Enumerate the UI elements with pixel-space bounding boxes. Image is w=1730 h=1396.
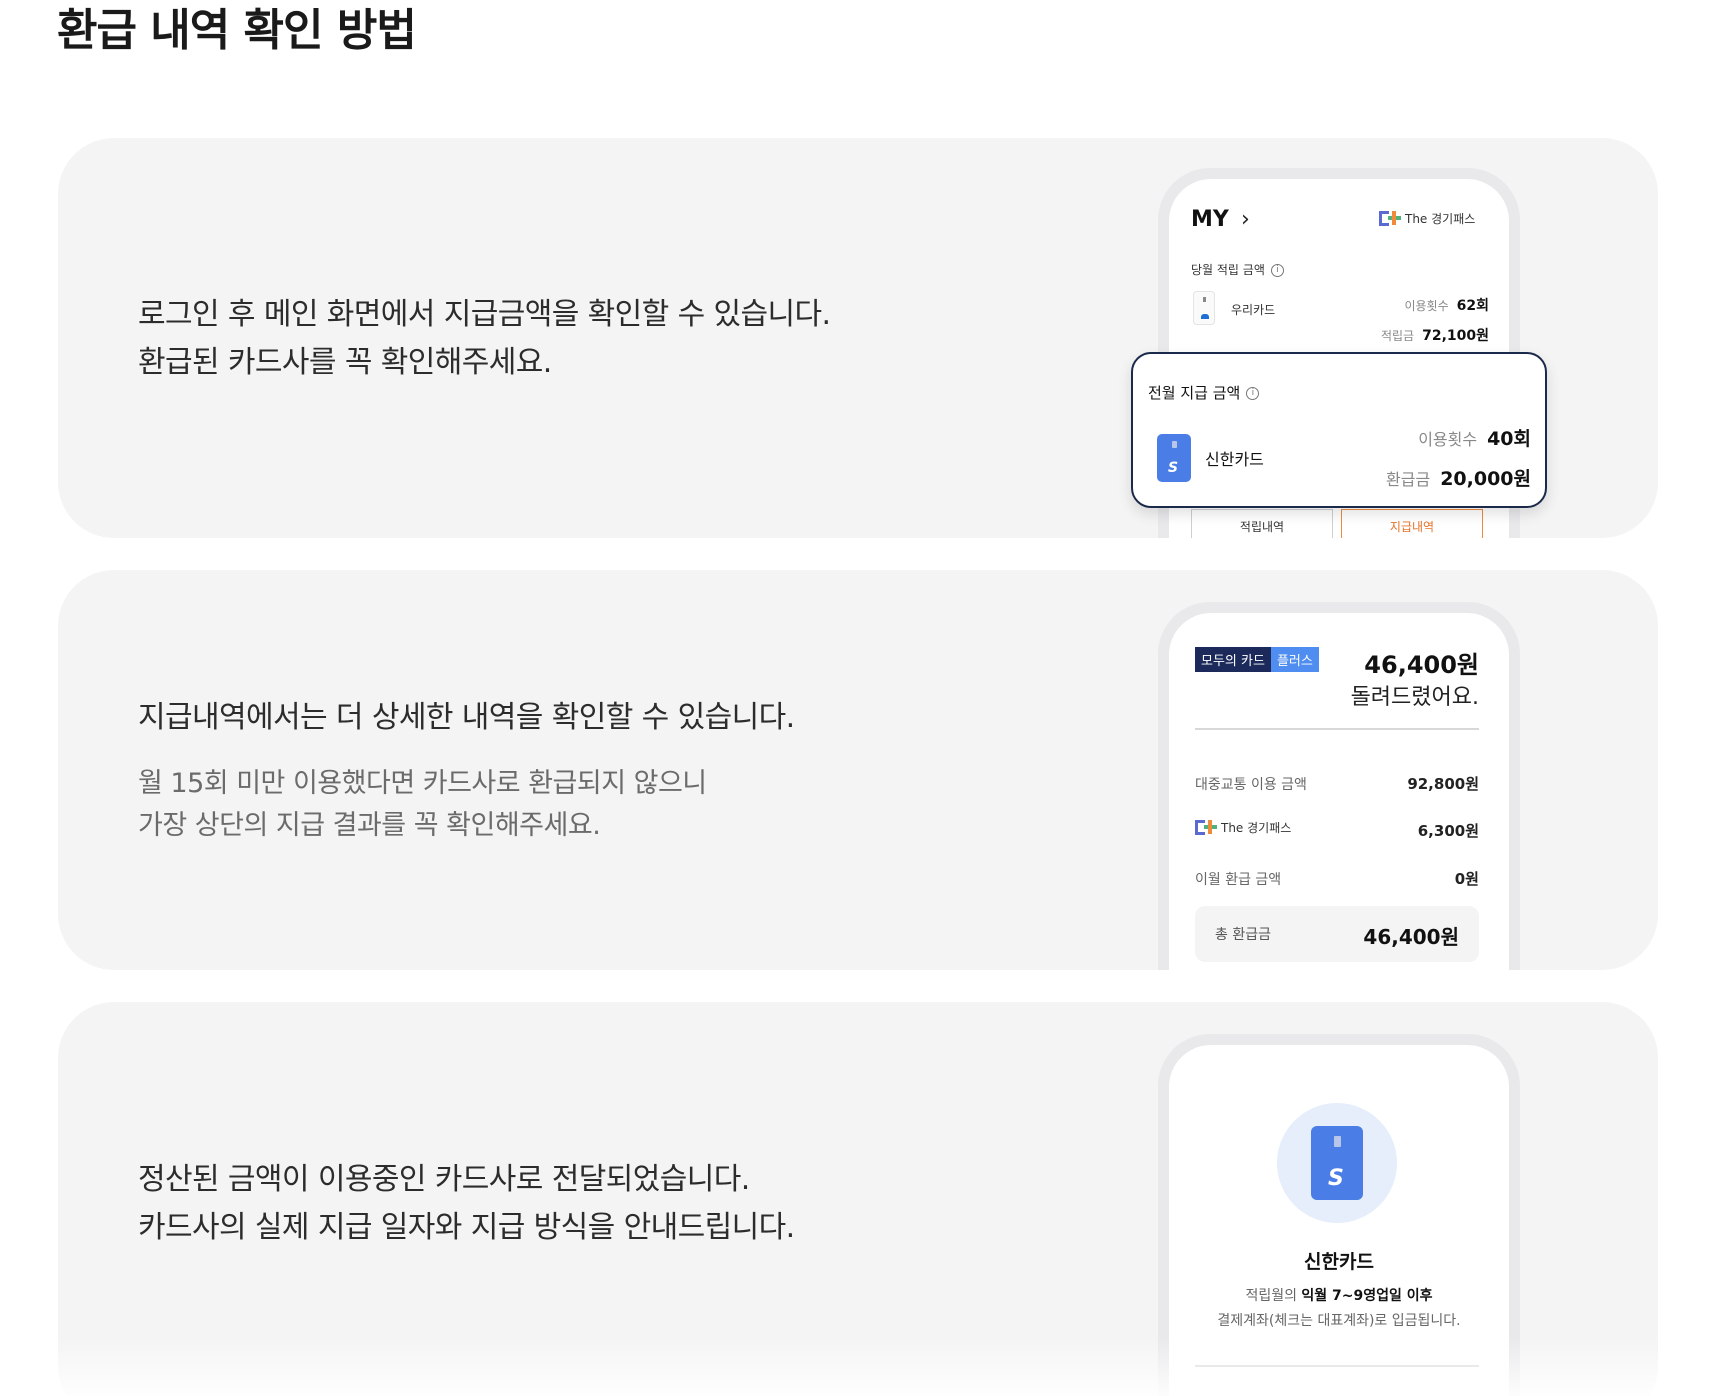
popup-usage-row: 이용횟수 40회	[1418, 424, 1531, 451]
bottom-fade	[0, 1336, 1730, 1396]
info-icon[interactable]: i	[1270, 264, 1284, 277]
shinhan-card-icon: S	[1157, 434, 1191, 482]
popup-usage-value: 40회	[1487, 428, 1531, 450]
section3-description: 정산된 금액이 이용중인 카드사로 전달되었습니다. 카드사의 실제 지급 일자…	[138, 1156, 795, 1252]
shinhan-card-icon: S	[1311, 1126, 1363, 1200]
woori-card-icon	[1193, 291, 1215, 325]
divider	[1195, 728, 1479, 730]
accrual-label: 적립금	[1380, 329, 1415, 343]
payout-line-2: 결제계좌(체크는 대표계좌)로 입금됩니다.	[1217, 1313, 1461, 1329]
row-label-carryover: 이월 환급 금액	[1195, 872, 1282, 888]
usage-label: 이용횟수	[1404, 299, 1449, 313]
card-name-shinhan: 신한카드	[1205, 450, 1264, 469]
usage-count-row: 이용횟수 62회	[1404, 295, 1489, 315]
row-label-gyeonggi-pass: The 경기패스	[1195, 818, 1291, 836]
chevron-right-icon[interactable]: ›	[1241, 207, 1250, 232]
popup-usage-label: 이용횟수	[1418, 430, 1478, 449]
current-month-label: 당월 적립 금액 i	[1191, 261, 1284, 278]
row-value-carryover: 0원	[1454, 870, 1479, 888]
payout-card-name: 신한카드	[1304, 1251, 1374, 1273]
previous-month-payment-popup: 전월 지급 금액 i S 신한카드 이용횟수 40회 환급금 20,000원	[1131, 352, 1547, 508]
section1-line-1: 로그인 후 메인 화면에서 지급금액을 확인할 수 있습니다.	[138, 297, 831, 332]
page-title: 환급 내역 확인 방법	[57, 5, 417, 56]
phone-mockup-payment: 모두의 카드 플러스 46,400원 돌려드렸어요. 대중교통 이용 금액 92…	[1158, 602, 1520, 970]
section3-line-2: 카드사의 실제 지급 일자와 지급 방식을 안내드립니다.	[138, 1210, 795, 1245]
section2-heading: 지급내역에서는 더 상세한 내역을 확인할 수 있습니다.	[138, 700, 795, 735]
my-title[interactable]: MY	[1191, 207, 1229, 232]
section2-sub-line-2: 가장 상단의 지급 결과를 꼭 확인해주세요.	[138, 810, 601, 841]
total-refund-box: 총 환급금 46,400원	[1195, 906, 1479, 962]
tab-accrual-history[interactable]: 적립내역	[1191, 509, 1333, 538]
info-icon[interactable]: i	[1246, 387, 1260, 400]
section3-line-1: 정산된 금액이 이용중인 카드사로 전달되었습니다.	[138, 1162, 750, 1197]
total-refund-value: 46,400원	[1363, 925, 1459, 949]
popup-title: 전월 지급 금액 i	[1148, 382, 1260, 403]
popup-refund-row: 환급금 20,000원	[1386, 464, 1531, 491]
card-badge: 모두의 카드 플러스	[1195, 647, 1319, 672]
badge-main: 모두의 카드	[1195, 647, 1271, 672]
current-month-label-text: 당월 적립 금액	[1191, 263, 1265, 277]
popup-refund-label: 환급금	[1386, 470, 1431, 489]
total-refund-label: 총 환급금	[1215, 927, 1271, 943]
section-payment-details: 지급내역에서는 더 상세한 내역을 확인할 수 있습니다. 월 15회 미만 이…	[58, 570, 1658, 970]
row-value-transit: 92,800원	[1407, 775, 1479, 793]
logo-text: The 경기패스	[1405, 211, 1476, 226]
refund-amount: 46,400원	[1364, 651, 1479, 679]
payout-line-1-bold: 익월 7~9영업일 이후	[1301, 1288, 1433, 1304]
gyeonggi-pass-logo: The 경기패스	[1379, 209, 1475, 227]
row-value-gyeonggi-pass: 6,300원	[1417, 822, 1479, 840]
popup-refund-value: 20,000원	[1440, 468, 1531, 490]
badge-plus: 플러스	[1270, 647, 1319, 672]
gyeonggi-pass-logo-icon	[1379, 209, 1401, 227]
gyeonggi-pass-logo-icon	[1195, 818, 1217, 836]
section1-line-2: 환급된 카드사를 꼭 확인해주세요.	[138, 345, 552, 380]
section1-description: 로그인 후 메인 화면에서 지급금액을 확인할 수 있습니다. 환급된 카드사를…	[138, 291, 831, 387]
payout-line-1-prefix: 적립월의	[1245, 1288, 1302, 1304]
card-name-woori: 우리카드	[1231, 303, 1276, 317]
popup-title-text: 전월 지급 금액	[1148, 384, 1241, 402]
row-label-gyeonggi-pass-text: The 경기패스	[1221, 820, 1292, 835]
accrual-value: 72,100원	[1422, 328, 1489, 344]
section2-sub: 월 15회 미만 이용했다면 카드사로 환급되지 않으니 가장 상단의 지급 결…	[138, 763, 707, 847]
payout-line-1: 적립월의 익월 7~9영업일 이후	[1169, 1285, 1509, 1305]
phone-screen: 모두의 카드 플러스 46,400원 돌려드렸어요. 대중교통 이용 금액 92…	[1169, 613, 1509, 970]
refund-amount-sub: 돌려드렸어요.	[1350, 685, 1479, 710]
section2-sub-line-1: 월 15회 미만 이용했다면 카드사로 환급되지 않으니	[138, 768, 707, 799]
usage-value: 62회	[1456, 298, 1489, 314]
row-label-transit: 대중교통 이용 금액	[1195, 777, 1307, 793]
card-circle: S	[1277, 1103, 1397, 1223]
tab-payment-history[interactable]: 지급내역	[1341, 509, 1483, 538]
accrual-row: 적립금 72,100원	[1381, 325, 1489, 345]
